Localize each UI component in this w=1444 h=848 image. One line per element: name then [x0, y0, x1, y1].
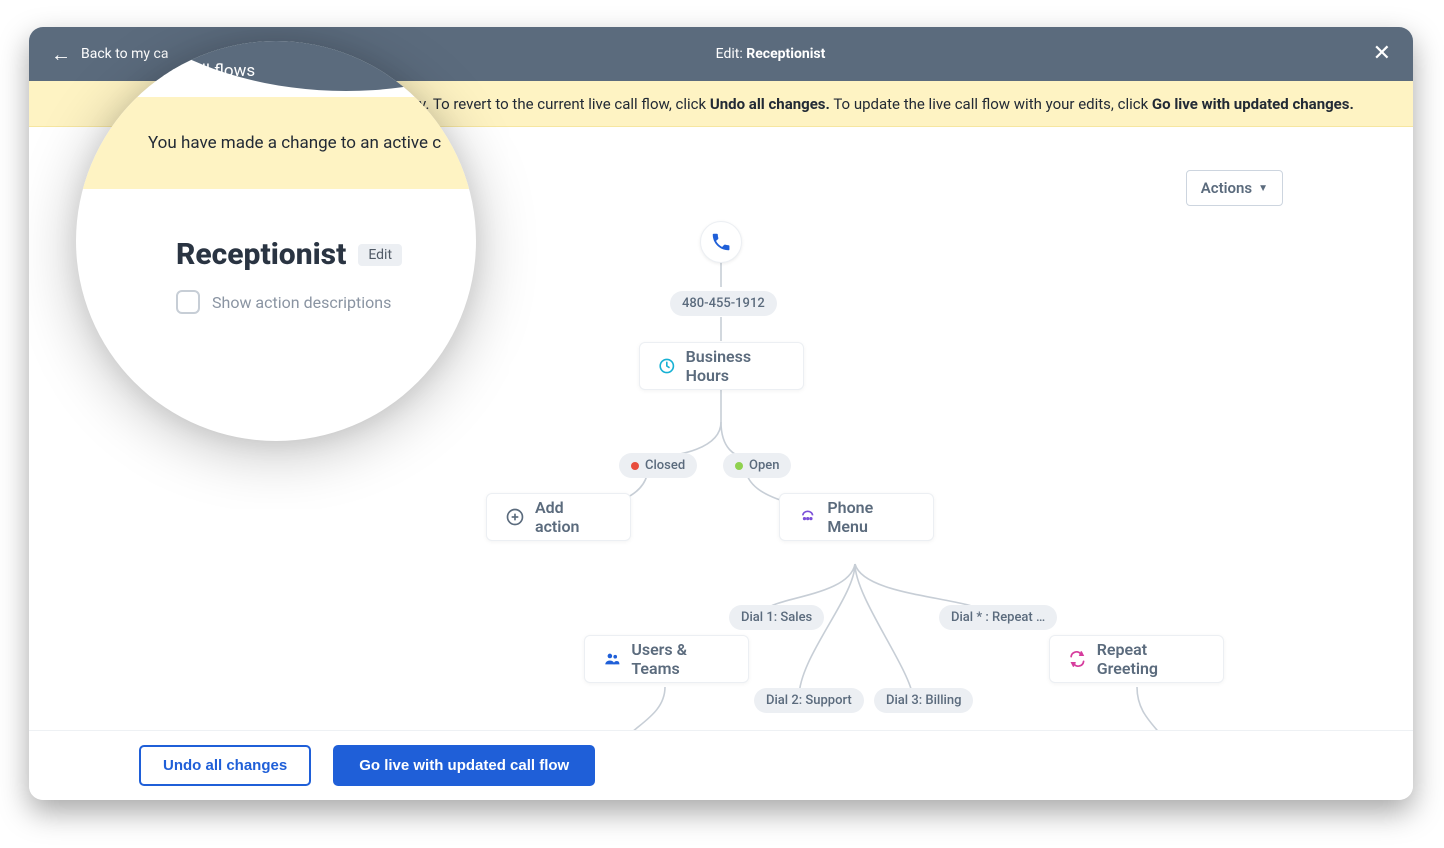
- open-chip[interactable]: Open: [723, 453, 791, 478]
- edit-title-button[interactable]: Edit: [358, 244, 402, 266]
- show-descriptions-label: Show action descriptions: [212, 293, 391, 312]
- arrow-left-icon: ←: [51, 44, 71, 64]
- zoom-overlay: ny call flows You have made a change to …: [76, 41, 476, 441]
- zoom-header-fragment: ny call flows: [76, 41, 476, 91]
- page-title: Edit: Receptionist: [716, 46, 826, 62]
- phone-number-chip[interactable]: 480-455-1912: [670, 291, 777, 316]
- repeat-icon: [1068, 649, 1087, 669]
- flow-title: Receptionist: [176, 237, 346, 272]
- repeat-greeting-node[interactable]: Repeat Greeting: [1049, 635, 1224, 683]
- status-dot-closed-icon: [631, 462, 639, 470]
- bottom-action-bar: Undo all changes Go live with updated ca…: [29, 730, 1413, 800]
- plus-circle-icon: [505, 507, 525, 527]
- users-icon: [603, 649, 621, 669]
- users-teams-node[interactable]: Users & Teams: [584, 635, 749, 683]
- phone-menu-node[interactable]: Phone Menu: [779, 493, 934, 541]
- close-button[interactable]: ✕: [1373, 43, 1391, 65]
- closed-chip[interactable]: Closed: [619, 453, 697, 478]
- status-dot-open-icon: [735, 462, 743, 470]
- dial1-sales-chip[interactable]: Dial 1: Sales: [729, 605, 824, 630]
- dial2-support-chip[interactable]: Dial 2: Support: [754, 688, 864, 713]
- call-start-node[interactable]: [700, 221, 742, 263]
- phone-icon: [710, 231, 732, 253]
- clock-icon: [658, 356, 676, 376]
- go-live-button[interactable]: Go live with updated call flow: [333, 745, 595, 786]
- add-action-node[interactable]: Add action: [486, 493, 631, 541]
- business-hours-node[interactable]: Business Hours: [639, 342, 804, 390]
- app-window: ← Back to my ca Edit: Receptionist ✕ v. …: [29, 27, 1413, 800]
- undo-all-button[interactable]: Undo all changes: [139, 745, 311, 786]
- dial-star-chip[interactable]: Dial * : Repeat …: [939, 605, 1057, 630]
- dial3-billing-chip[interactable]: Dial 3: Billing: [874, 688, 973, 713]
- show-descriptions-checkbox[interactable]: [176, 290, 200, 314]
- phone-menu-icon: [798, 507, 817, 527]
- zoom-notification-fragment: You have made a change to an active c: [76, 97, 476, 189]
